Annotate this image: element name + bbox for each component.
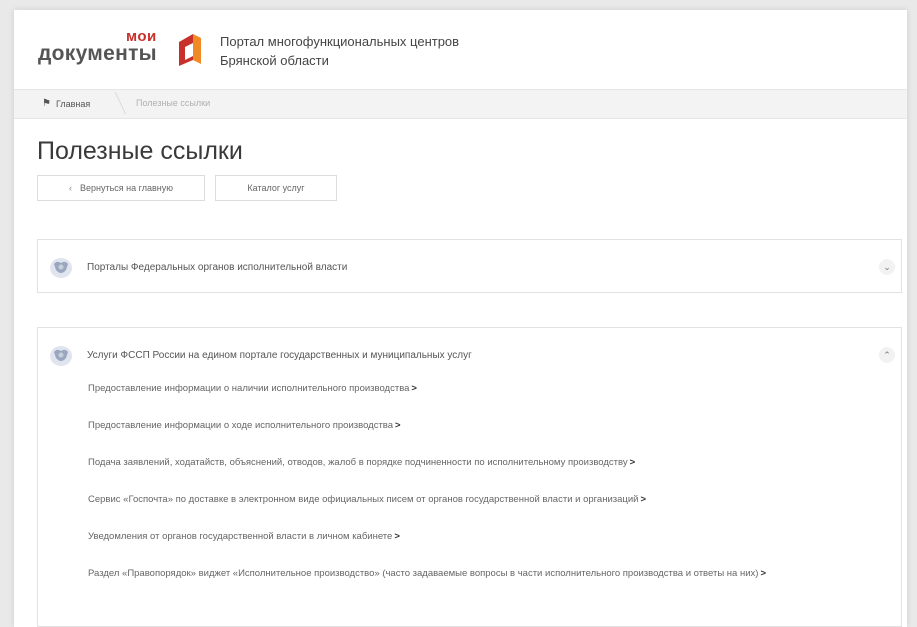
back-button-label: Вернуться на главную [80,183,173,193]
breadcrumb-separator [96,92,126,114]
list-item-link[interactable]: Уведомления от органов государственной в… [88,531,898,543]
chevron-right-icon: > [629,457,636,468]
home-icon: ⚑ [42,98,51,109]
link-text: Предоставление информации о ходе исполни… [88,420,394,431]
breadcrumb-current: Полезные ссылки [136,98,211,108]
list-item-link[interactable]: Подача заявлений, ходатайств, объяснений… [88,457,898,469]
emblem-icon [50,346,72,366]
portal-title: Портал многофункциональных центров Брянс… [220,32,459,70]
list-item-link[interactable]: Предоставление информации о наличии испо… [88,383,898,395]
link-text: Уведомления от органов государственной в… [88,531,393,542]
list-item-link[interactable]: Предоставление информации о ходе исполни… [88,420,898,432]
breadcrumb-home-label: Главная [55,98,91,109]
list-item-link[interactable]: Сервис «Госпочта» по доставке в электрон… [88,494,898,506]
logo[interactable]: мои документы [38,28,208,72]
accordion-title: Услуги ФССП России на едином портале гос… [87,350,472,361]
portal-title-line2: Брянской области [220,53,329,68]
chevron-right-icon: > [411,383,417,394]
chevron-right-icon: > [640,494,647,505]
link-text: Сервис «Госпочта» по доставке в электрон… [88,494,639,505]
emblem-icon [50,258,72,278]
breadcrumb-home[interactable]: ⚑ Главная [42,98,90,109]
portal-title-line1: Портал многофункциональных центров [220,34,460,49]
accordion-title: Порталы Федеральных органов исполнительн… [87,262,348,273]
chevron-up-icon[interactable]: ⌃ [879,347,895,363]
logo-mark-icon [179,34,201,66]
list-item-link[interactable]: Раздел «Правопорядок» виджет «Исполнител… [88,568,898,580]
link-text: Раздел «Правопорядок» виджет «Исполнител… [88,568,759,579]
chevron-right-icon: > [394,531,400,542]
fssp-links-list: Предоставление информации о наличии испо… [88,383,898,580]
link-text: Подача заявлений, ходатайств, объяснений… [88,457,628,468]
accordion-panel-federal[interactable]: Порталы Федеральных органов исполнительн… [37,239,902,293]
back-to-home-button[interactable]: ‹ Вернуться на главную [37,175,205,201]
chevron-right-icon: > [760,568,766,579]
logo-bottom-text: документы [38,42,157,65]
page-frame: мои документы Портал многофункциональных… [14,10,907,627]
page-title: Полезные ссылки [37,137,243,165]
chevron-right-icon: > [395,420,401,431]
accordion-panel-fssp[interactable]: Услуги ФССП России на едином портале гос… [37,327,902,627]
catalog-button[interactable]: Каталог услуг [215,175,337,201]
catalog-button-label: Каталог услуг [247,183,305,193]
chevron-left-icon: ‹ [69,183,72,193]
site-header: мои документы Портал многофункциональных… [14,10,907,88]
chevron-down-icon[interactable]: ⌄ [879,259,895,275]
link-text: Предоставление информации о наличии испо… [88,383,410,394]
breadcrumb: ⚑ Главная Полезные ссылки [14,89,907,119]
